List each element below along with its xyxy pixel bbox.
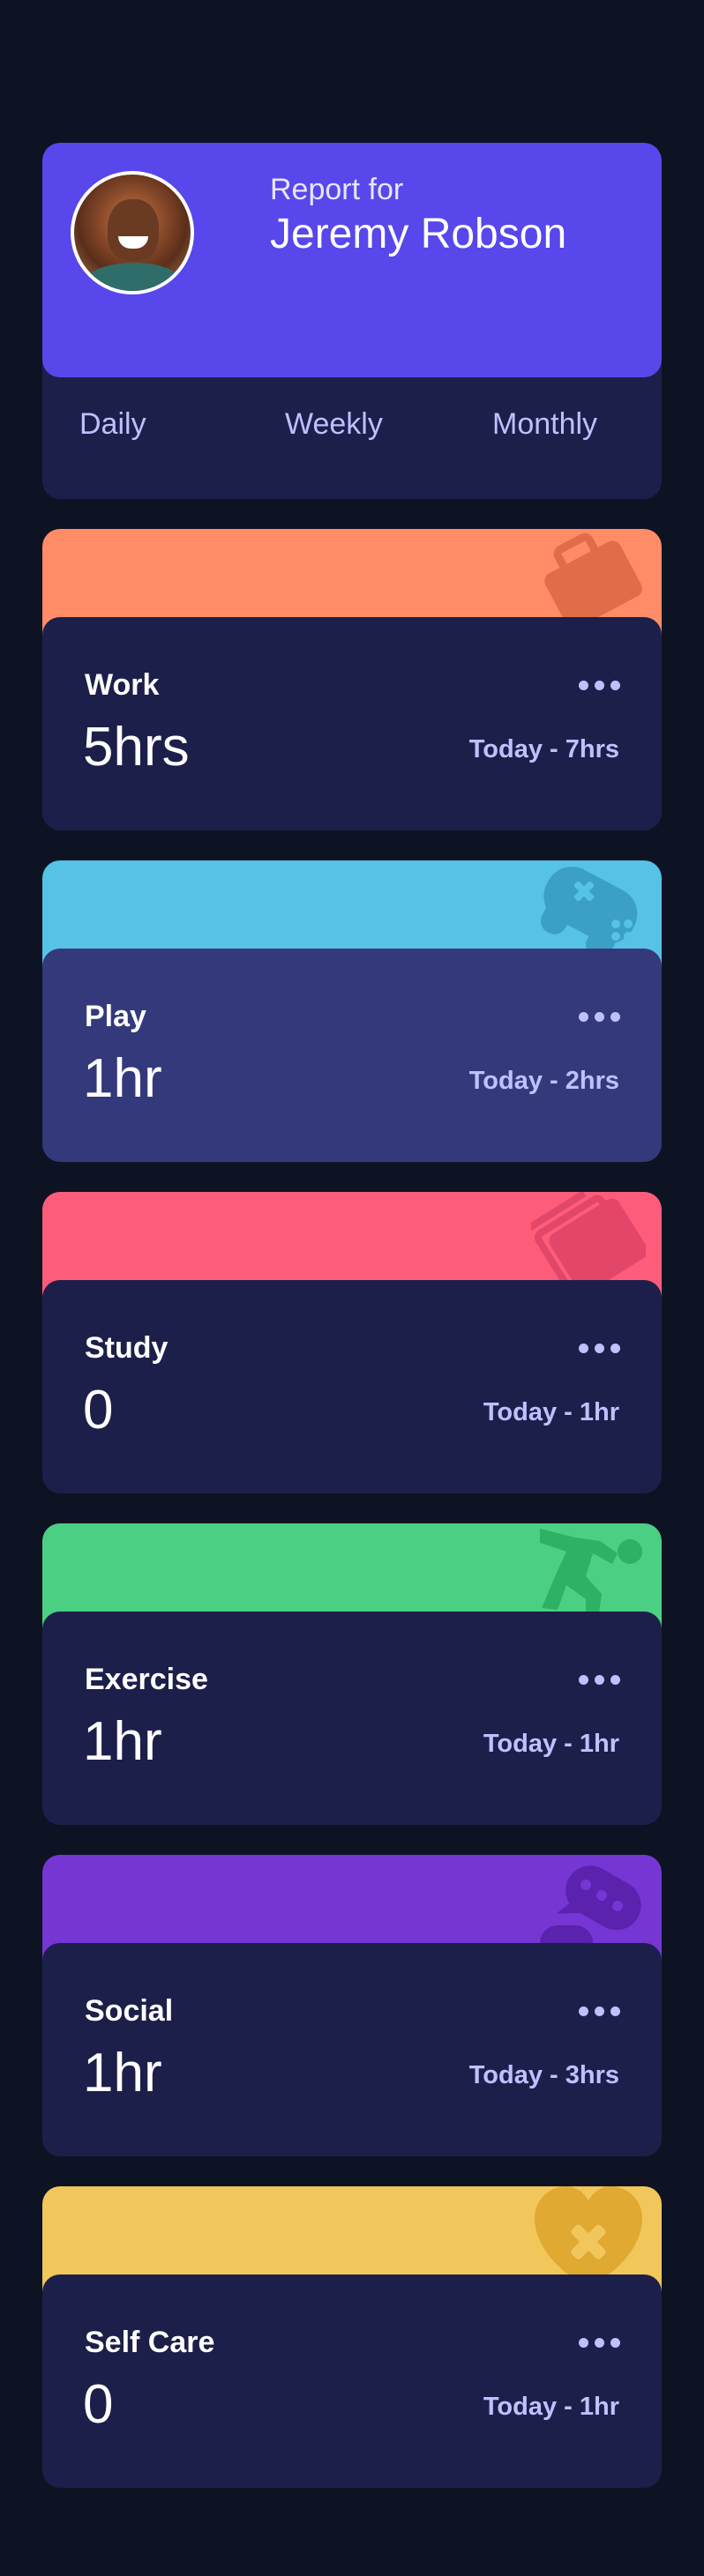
card-body: Play 1hr Today - 2hrs bbox=[42, 949, 662, 1162]
card-previous: Today - 1hr bbox=[483, 2393, 619, 2421]
tab-weekly[interactable]: Weekly bbox=[285, 407, 383, 442]
card-title: Self Care bbox=[85, 2326, 215, 2359]
card-body: Exercise 1hr Today - 1hr bbox=[42, 1612, 662, 1825]
card-previous: Today - 3hrs bbox=[468, 2061, 619, 2089]
card-previous: Today - 1hr bbox=[483, 1398, 619, 1426]
card-exercise[interactable]: Exercise 1hr Today - 1hr bbox=[42, 1523, 662, 1825]
card-title: Study bbox=[85, 1331, 169, 1365]
ellipsis-icon[interactable] bbox=[579, 1675, 621, 1686]
card-hours: 5hrs bbox=[83, 717, 190, 778]
tab-monthly[interactable]: Monthly bbox=[492, 407, 597, 442]
card-study[interactable]: Study 0 Today - 1hr bbox=[42, 1192, 662, 1493]
card-self-care[interactable]: Self Care 0 Today - 1hr bbox=[42, 2186, 662, 2488]
card-hours: 1hr bbox=[83, 1048, 162, 1109]
card-body: Social 1hr Today - 3hrs bbox=[42, 1943, 662, 2156]
user-name: Jeremy Robson bbox=[270, 211, 567, 257]
profile-card: Report for Jeremy Robson Daily Weekly Mo… bbox=[42, 143, 662, 499]
card-hours: 1hr bbox=[83, 2043, 162, 2103]
card-title: Exercise bbox=[85, 1663, 208, 1696]
card-previous: Today - 7hrs bbox=[468, 735, 619, 763]
card-social[interactable]: Social 1hr Today - 3hrs bbox=[42, 1855, 662, 2156]
card-work[interactable]: Work 5hrs Today - 7hrs bbox=[42, 529, 662, 830]
timeframe-tabs: Daily Weekly Monthly bbox=[42, 407, 662, 460]
avatar bbox=[71, 171, 194, 294]
card-hours: 0 bbox=[83, 2374, 114, 2435]
ellipsis-icon[interactable] bbox=[579, 1012, 621, 1023]
card-body: Study 0 Today - 1hr bbox=[42, 1280, 662, 1493]
card-title: Play bbox=[85, 1000, 146, 1033]
card-previous: Today - 2hrs bbox=[468, 1067, 619, 1095]
card-title: Social bbox=[85, 1994, 174, 2028]
card-title: Work bbox=[85, 668, 160, 702]
card-body: Self Care 0 Today - 1hr bbox=[42, 2274, 662, 2488]
ellipsis-icon[interactable] bbox=[579, 2006, 621, 2017]
card-play[interactable]: Play 1hr Today - 2hrs bbox=[42, 860, 662, 1162]
dashboard: Report for Jeremy Robson Daily Weekly Mo… bbox=[42, 143, 662, 2488]
card-body: Work 5hrs Today - 7hrs bbox=[42, 617, 662, 830]
ellipsis-icon[interactable] bbox=[579, 1344, 621, 1354]
report-for-label: Report for bbox=[270, 173, 404, 206]
card-hours: 1hr bbox=[83, 1711, 162, 1772]
ellipsis-icon[interactable] bbox=[579, 2338, 621, 2349]
card-previous: Today - 1hr bbox=[483, 1730, 619, 1758]
card-hours: 0 bbox=[83, 1380, 114, 1441]
ellipsis-icon[interactable] bbox=[579, 681, 621, 691]
profile-header: Report for Jeremy Robson bbox=[42, 143, 662, 377]
tab-daily[interactable]: Daily bbox=[79, 407, 146, 442]
